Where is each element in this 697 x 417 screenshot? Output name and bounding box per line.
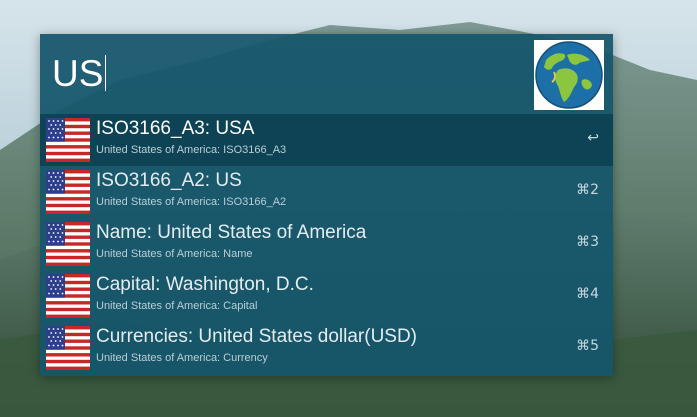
cmd-5-shortcut: ⌘5 (576, 338, 599, 354)
result-subtitle: United States of America: Currency (96, 352, 268, 364)
result-subtitle: United States of America: ISO3166_A2 (96, 196, 287, 208)
result-title: Currencies: United States dollar(USD) (96, 326, 418, 347)
result-item[interactable]: ISO3166_A3: USA United States of America… (40, 114, 613, 166)
us-flag-icon (46, 326, 90, 370)
result-item[interactable]: Capital: Washington, D.C. United States … (40, 270, 613, 322)
search-query-text: US (52, 53, 104, 94)
result-title: ISO3166_A3: USA (96, 118, 255, 139)
result-item[interactable]: ISO3166_A2: US United States of America:… (40, 166, 613, 218)
result-subtitle: United States of America: ISO3166_A3 (96, 144, 287, 156)
us-flag-icon (46, 170, 90, 214)
cmd-4-shortcut: ⌘4 (576, 286, 599, 302)
us-flag-icon (46, 274, 90, 318)
search-input[interactable]: US (52, 53, 107, 94)
cmd-2-shortcut: ⌘2 (576, 182, 599, 198)
cmd-3-shortcut: ⌘3 (576, 234, 599, 250)
search-bar: US (40, 34, 613, 114)
result-subtitle: United States of America: Name (96, 248, 253, 260)
return-key-shortcut: ↩ (587, 130, 599, 146)
result-title: Capital: Washington, D.C. (96, 274, 314, 295)
us-flag-icon (46, 118, 90, 162)
text-cursor (105, 55, 107, 91)
result-subtitle: United States of America: Capital (96, 300, 258, 312)
result-title: Name: United States of America (96, 222, 367, 243)
results-list: ISO3166_A3: USA United States of America… (40, 114, 613, 374)
result-item[interactable]: Currencies: United States dollar(USD) Un… (40, 322, 613, 374)
launcher-panel: US ISO3166_A3: USA United States of Amer… (40, 34, 613, 376)
result-item[interactable]: Name: United States of America United St… (40, 218, 613, 270)
result-title: ISO3166_A2: US (96, 170, 242, 191)
us-flag-icon (46, 222, 90, 266)
globe-icon (534, 40, 604, 110)
